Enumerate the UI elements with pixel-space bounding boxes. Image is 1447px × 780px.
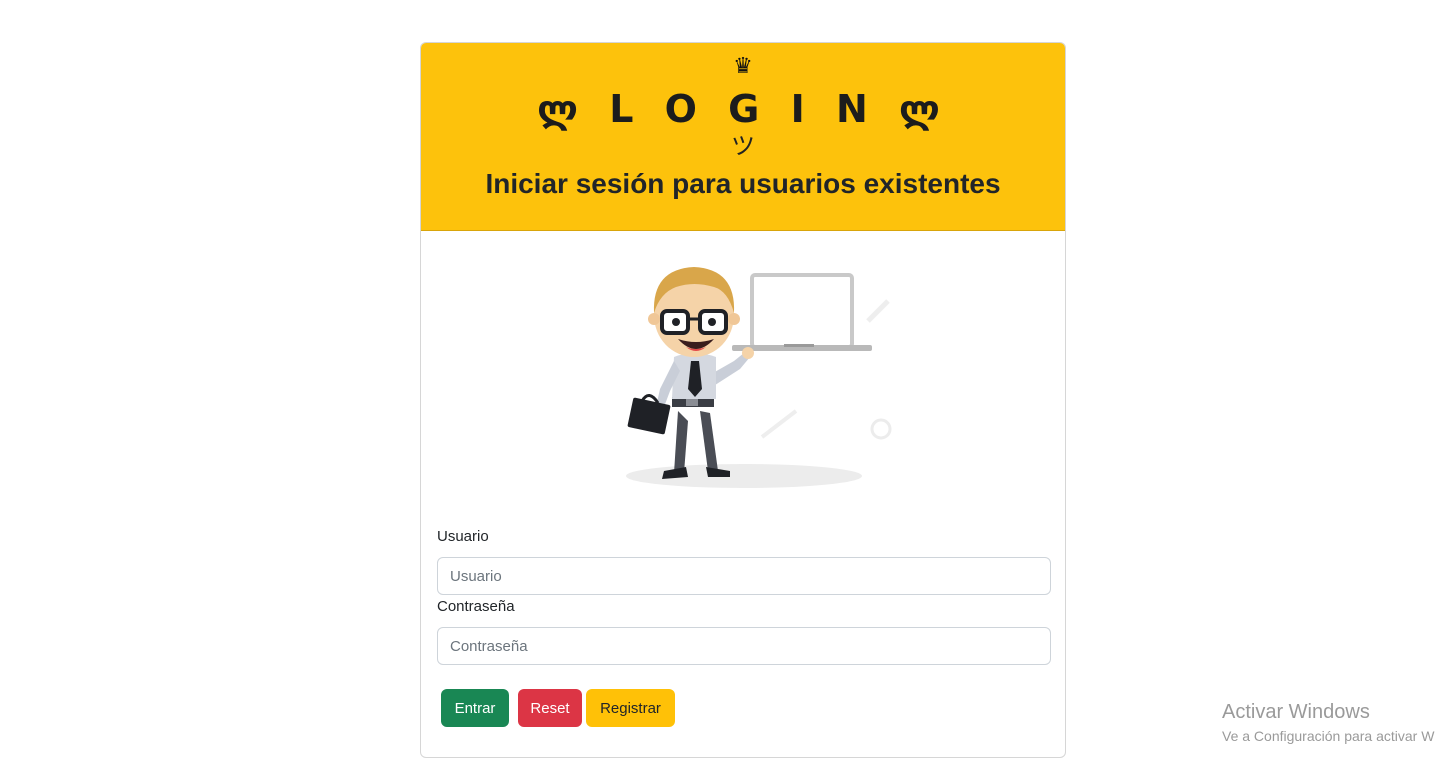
- login-card: ♛ ლ L O G I N ლ ツ Iniciar sesión para us…: [420, 42, 1066, 758]
- page-subtitle: Iniciar sesión para usuarios existentes: [485, 168, 1001, 199]
- reset-button[interactable]: Reset: [518, 689, 582, 727]
- username-input[interactable]: [437, 557, 1051, 595]
- watermark-subtitle: Ve a Configuración para activar W: [1222, 728, 1435, 744]
- smiley-icon: ツ: [731, 132, 755, 160]
- password-label: Contraseña: [437, 598, 515, 615]
- card-header: ♛ ლ L O G I N ლ ツ Iniciar sesión para us…: [421, 43, 1065, 231]
- page: ♛ ლ L O G I N ლ ツ Iniciar sesión para us…: [0, 0, 1447, 780]
- crown-icon: ♛: [733, 54, 753, 79]
- windows-activation-watermark: Activar Windows Ve a Configuración para …: [1222, 700, 1434, 746]
- username-label: Usuario: [437, 528, 489, 545]
- password-input[interactable]: [437, 627, 1051, 665]
- businessman-illustration: [626, 267, 892, 488]
- watermark-title: Activar Windows: [1222, 701, 1370, 723]
- register-button[interactable]: Registrar: [586, 689, 675, 727]
- login-title: ლ L O G I N ლ: [537, 87, 949, 131]
- login-form: Usuario Contraseña: [437, 527, 1051, 665]
- enter-button[interactable]: Entrar: [441, 689, 509, 727]
